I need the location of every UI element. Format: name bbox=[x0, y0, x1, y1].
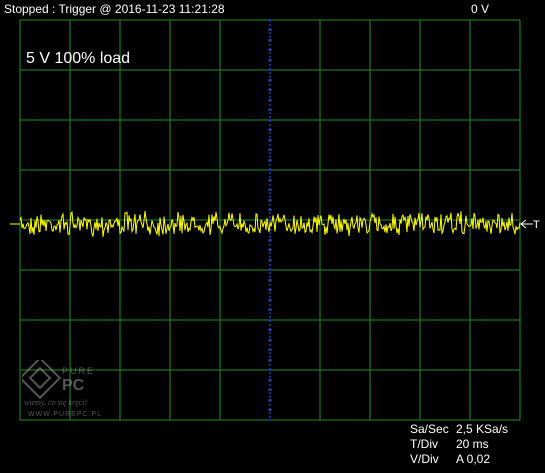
sample-rate-readout: Sa/Sec 2,5 KSa/s bbox=[410, 422, 508, 436]
volt-div-value: A 0,02 bbox=[456, 452, 491, 466]
sample-rate-value: 2,5 KSa/s bbox=[456, 422, 509, 436]
sample-rate-label: Sa/Sec bbox=[410, 422, 449, 436]
purepc-watermark: PURE PC wiemy, co się kręci! WWW.PUREPC.… bbox=[18, 356, 122, 420]
volt-div-label: V/Div bbox=[410, 452, 439, 466]
measurement-caption: 5 V 100% load bbox=[26, 50, 131, 67]
purepc-logo: PURE PC wiemy, co się kręci! WWW.PUREPC.… bbox=[18, 356, 102, 418]
time-div-value: 20 ms bbox=[456, 437, 489, 451]
svg-text:WWW.PUREPC.PL: WWW.PUREPC.PL bbox=[28, 411, 102, 418]
time-div-label: T/Div bbox=[410, 437, 438, 451]
time-div-readout: T/Div 20 ms bbox=[410, 437, 489, 451]
center-axis bbox=[268, 19, 272, 421]
svg-text:wiemy, co się kręci!: wiemy, co się kręci! bbox=[24, 398, 87, 407]
volt-div-readout: V/Div A 0,02 bbox=[410, 452, 490, 466]
svg-text:PC: PC bbox=[62, 377, 85, 394]
svg-text:PURE: PURE bbox=[62, 366, 95, 376]
trigger-label: T bbox=[533, 219, 540, 231]
